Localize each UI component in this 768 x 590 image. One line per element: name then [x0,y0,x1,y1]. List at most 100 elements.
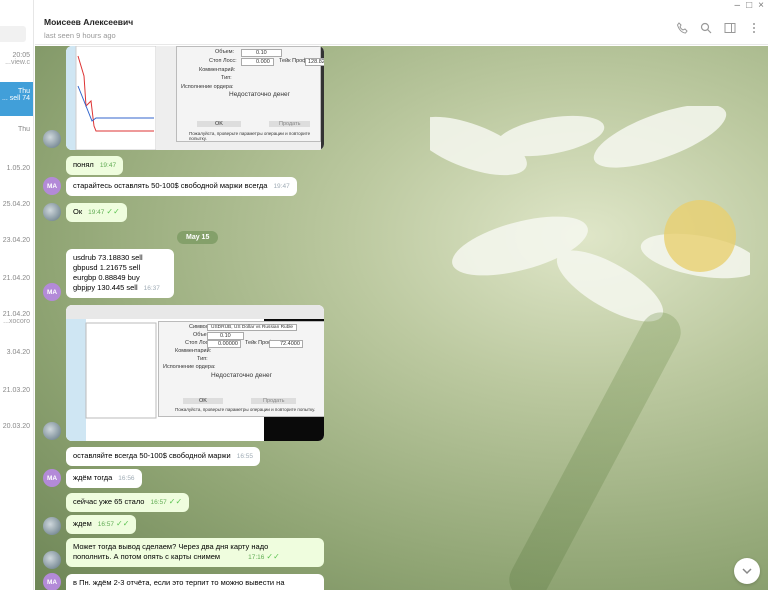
message-bubble[interactable]: понял 19:47 [66,156,124,175]
contact-status: last seen 9 hours ago [44,31,116,40]
dialog-label: Стоп Лосс: [209,58,237,64]
chat-date: 21.04.20 [2,275,30,282]
dialog-field: 128.828 [305,58,324,66]
order-dialog: Объем: 0.10 Стоп Лосс: 0.000 Тейк Профит… [176,46,324,142]
message-text: понял [73,160,94,169]
chat-date: 3.04.20 [6,349,30,356]
message-time: 19:47 [99,162,117,169]
message-line: gbpjpy 130.445 sell [73,283,138,292]
message-text: сейчас уже 65 стало [73,497,145,506]
message-bubble[interactable]: usdrub 73.18830 sell gbpusd 1.21675 sell… [66,249,174,298]
chat-date: Thu [17,88,30,95]
scroll-down-button[interactable] [734,558,760,584]
chat-list-item[interactable]: 20:05 view.c... [0,52,33,66]
chat-date: 20:05 [12,52,30,59]
window-controls: – □ × [708,0,768,12]
dialog-label: Тип: [197,356,208,362]
chat-list-item[interactable]: 3.04.20 [0,349,33,356]
chat-snippet: xocoro... [3,318,30,325]
chat-list-item[interactable]: 20.03.20 [0,423,33,430]
chat-area[interactable]: Объем: 0.10 Стоп Лосс: 0.000 Тейк Профит… [35,46,768,590]
avatar[interactable]: MA [43,283,61,301]
dialog-label: Тип: [221,75,232,81]
chat-list-item[interactable]: 1.05.20 [0,165,33,172]
dialog-sell-button: Продать [251,398,297,404]
image-message[interactable]: Символ: USDRUB, US Dollar vs Russian Rub… [66,305,324,441]
message-time: 19:47 [88,209,105,216]
message-bubble[interactable]: сейчас уже 65 стало 16:57 ✓✓ [66,493,190,512]
read-ticks-icon: ✓✓ [266,552,280,561]
message-bubble[interactable]: оставляйте всегда 50-100$ свободной марж… [66,447,261,466]
dialog-note: Пожалуйста, проверьте параметры операции… [189,131,311,141]
message-bubble[interactable]: в Пн. ждём 2-3 отчёта, если это терпит т… [66,574,324,590]
more-icon[interactable] [748,22,760,34]
contact-name[interactable]: Моисеев Алексеевич [44,17,133,27]
chat-date: 21.04.20 [2,311,30,318]
message-text: ждем [73,519,92,528]
order-dialog: Символ: USDRUB, US Dollar vs Russian Rub… [158,321,324,417]
chat-date: 21.03.20 [2,387,30,394]
message-line: пополнить. А потом опять с карты снимем [73,552,221,561]
message-line: gbpusd 1.21675 sell [73,263,141,272]
chat-list-item[interactable]: 25.04.20 [0,201,33,208]
dialog-label: Комментарий: [199,67,236,73]
chat-list-item[interactable]: 21.03.20 [0,387,33,394]
chat-list-sidebar: 20:05 view.c... Thu 74 sell ... Thu 1.05… [0,0,34,590]
chat-header: Моисеев Алексеевич last seen 9 hours ago [35,12,768,45]
dialog-field: 0.10 [241,49,282,57]
dialog-field: 0.000 [241,58,274,66]
message-time: 17:16 [248,554,265,561]
message-time: 16:56 [118,475,135,482]
message-text: ждём тогда [73,473,113,482]
avatar[interactable] [43,203,61,221]
chat-date: 1.05.20 [6,165,30,172]
avatar[interactable]: MA [43,469,61,487]
dialog-sell-button: Продать [269,121,311,127]
minimize-button[interactable]: – [735,0,741,12]
dialog-field: 0.10 [207,332,244,340]
dialog-field: 72.4000 [269,340,303,348]
message-bubble[interactable]: Ок 19:47 ✓✓ [66,203,127,222]
avatar[interactable]: MA [43,177,61,195]
dialog-field: USDRUB, US Dollar vs Russian Ruble [207,324,298,331]
avatar[interactable] [43,422,61,440]
close-button[interactable]: × [758,0,764,12]
message-time: 16:57 [150,499,167,506]
phone-icon[interactable] [676,22,688,34]
chat-date: Thu [17,126,30,133]
read-ticks-icon: ✓✓ [116,519,130,528]
dialog-note: Пожалуйста, проверьте параметры операции… [175,407,316,412]
message-bubble[interactable]: старайтесь оставлять 50-100$ свободной м… [66,177,297,196]
search-icon[interactable] [700,22,712,34]
maximize-button[interactable]: □ [746,0,752,12]
image-message[interactable]: Объем: 0.10 Стоп Лосс: 0.000 Тейк Профит… [66,46,324,150]
dialog-label: Объем: [215,49,235,55]
chat-list-item-active[interactable]: Thu 74 sell ... [0,82,33,116]
message-line: usdrub 73.18830 sell [73,253,143,262]
message-text: в Пн. ждём 2-3 отчёта, если это терпит т… [73,578,285,587]
avatar[interactable] [43,130,61,148]
search-input[interactable] [0,26,26,42]
chat-list-item[interactable]: 21.04.20 [0,275,33,282]
chat-snippet: view.c... [5,59,30,66]
chevron-down-icon [742,568,752,575]
message-text: оставляйте всегда 50-100$ свободной марж… [73,451,231,460]
avatar[interactable]: MA [43,573,61,590]
avatar[interactable] [43,551,61,569]
chat-list-item[interactable]: 21.04.20 xocoro... [0,311,33,325]
message-text: Ок [73,207,83,216]
message-bubble[interactable]: Может тогда вывод сделаем? Через два дня… [66,538,324,567]
dialog-label: Комментарий: [175,348,212,354]
avatar[interactable] [43,517,61,535]
dialog-label: Исполнение ордера: [181,84,234,90]
dialog-ok-button: OK [183,398,223,404]
message-line: eurgbp 0.88849 buy [73,273,140,282]
sidebar-toggle-icon[interactable] [724,22,736,34]
read-ticks-icon: ✓✓ [106,207,120,216]
chat-list-item[interactable]: Thu [0,126,33,133]
chat-list-item[interactable]: 23.04.20 [0,237,33,244]
message-bubble[interactable]: ждём тогда 16:56 [66,469,142,488]
read-ticks-icon: ✓✓ [168,497,183,506]
message-bubble[interactable]: ждем 16:57 ✓✓ [66,515,137,534]
wallpaper-flower [430,106,750,322]
